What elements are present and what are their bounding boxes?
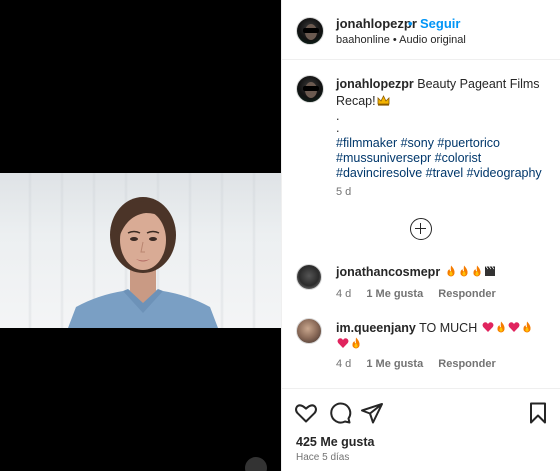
fire-emoji-icon — [523, 321, 531, 333]
heart-icon[interactable] — [294, 401, 318, 425]
separator-dot: • — [408, 16, 413, 31]
caption-dot: . — [336, 121, 340, 135]
caption-author-avatar[interactable] — [296, 75, 324, 103]
instagram-post-window: jonahlopezpr • Seguir baahonline • Audio… — [0, 0, 560, 471]
fire-emoji-icon — [352, 337, 360, 349]
follow-button[interactable]: Seguir — [420, 16, 460, 31]
comment-meta: 4 d 1 Me gusta Responder — [336, 288, 508, 300]
load-more-comments-button[interactable] — [410, 218, 432, 240]
clapperboard-emoji-icon — [484, 266, 495, 276]
red-heart-emoji-icon — [508, 322, 520, 332]
fire-emoji-icon — [473, 265, 481, 277]
comment-username[interactable]: im.queenjany — [336, 321, 416, 335]
fire-emoji-icon — [497, 321, 505, 333]
author-username[interactable]: jonahlopezpr — [336, 16, 417, 31]
fire-emoji-icon — [460, 265, 468, 277]
likes-count[interactable]: 425 Me gusta — [296, 435, 375, 449]
hashtag-line[interactable]: #filmmaker #sony #puertorico — [336, 136, 550, 151]
hashtag-line[interactable]: #mussuniversepr #colorist — [336, 151, 550, 166]
commenter-avatar[interactable] — [296, 264, 322, 290]
comment-text: jonathancosmepr — [336, 264, 550, 280]
comment-body: TO MUCH — [419, 321, 478, 335]
comment-icon[interactable] — [328, 401, 352, 425]
comment-age: 4 d — [336, 358, 352, 370]
crown-emoji-icon — [377, 95, 390, 106]
comment-age: 4 d — [336, 288, 352, 300]
video-frame[interactable] — [0, 173, 281, 328]
post-header: jonahlopezpr • Seguir baahonline • Audio… — [282, 0, 560, 60]
video-control-button[interactable] — [245, 457, 267, 471]
audio-subtitle[interactable]: baahonline • Audio original — [336, 34, 466, 46]
commenter-avatar[interactable] — [296, 318, 322, 344]
avatar-glasses — [303, 86, 319, 91]
post-date: Hace 5 días — [296, 452, 350, 463]
woman-portrait-image — [68, 197, 218, 328]
avatar-glasses — [303, 28, 319, 33]
reply-button[interactable]: Responder — [438, 358, 495, 370]
hashtags: #filmmaker #sony #puertorico #mussuniver… — [336, 136, 550, 181]
red-heart-emoji-icon — [337, 338, 349, 348]
comment-username[interactable]: jonathancosmepr — [336, 265, 440, 279]
caption-time[interactable]: 5 d — [336, 186, 351, 198]
caption-dot: . — [336, 109, 340, 123]
fire-emoji-icon — [447, 265, 455, 277]
comment-text: im.queenjany TO MUCH — [336, 320, 550, 352]
bookmark-icon[interactable] — [526, 401, 550, 425]
reply-button[interactable]: Responder — [438, 288, 495, 300]
caption-username[interactable]: jonahlopezpr — [336, 77, 414, 91]
comment-likes-link[interactable]: 1 Me gusta — [366, 288, 423, 300]
post-details-panel: jonahlopezpr • Seguir baahonline • Audio… — [281, 0, 560, 471]
comment-likes-link[interactable]: 1 Me gusta — [366, 358, 423, 370]
caption-text: jonahlopezpr Beauty Pageant Films Recap!… — [336, 76, 550, 134]
author-avatar[interactable] — [296, 17, 324, 45]
hashtag-line[interactable]: #davinciresolve #travel #videography — [336, 166, 550, 181]
post-actions: 425 Me gusta Hace 5 días — [282, 388, 560, 471]
share-icon[interactable] — [360, 401, 384, 425]
comment-meta: 4 d 1 Me gusta Responder — [336, 358, 508, 370]
red-heart-emoji-icon — [482, 322, 494, 332]
video-player[interactable] — [0, 0, 281, 471]
